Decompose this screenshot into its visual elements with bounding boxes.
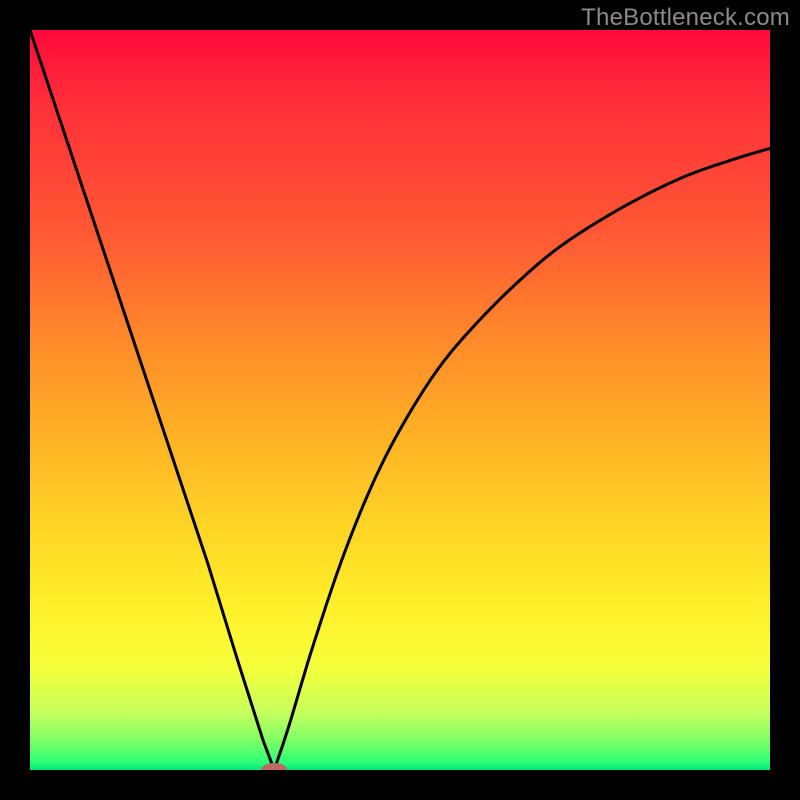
watermark-text: TheBottleneck.com bbox=[581, 4, 790, 32]
plot-area bbox=[30, 30, 770, 770]
chart-frame: TheBottleneck.com bbox=[0, 0, 800, 800]
chart-svg bbox=[30, 30, 770, 770]
left-branch-line bbox=[30, 30, 274, 770]
minimum-marker bbox=[261, 763, 287, 770]
right-branch-line bbox=[274, 148, 770, 770]
